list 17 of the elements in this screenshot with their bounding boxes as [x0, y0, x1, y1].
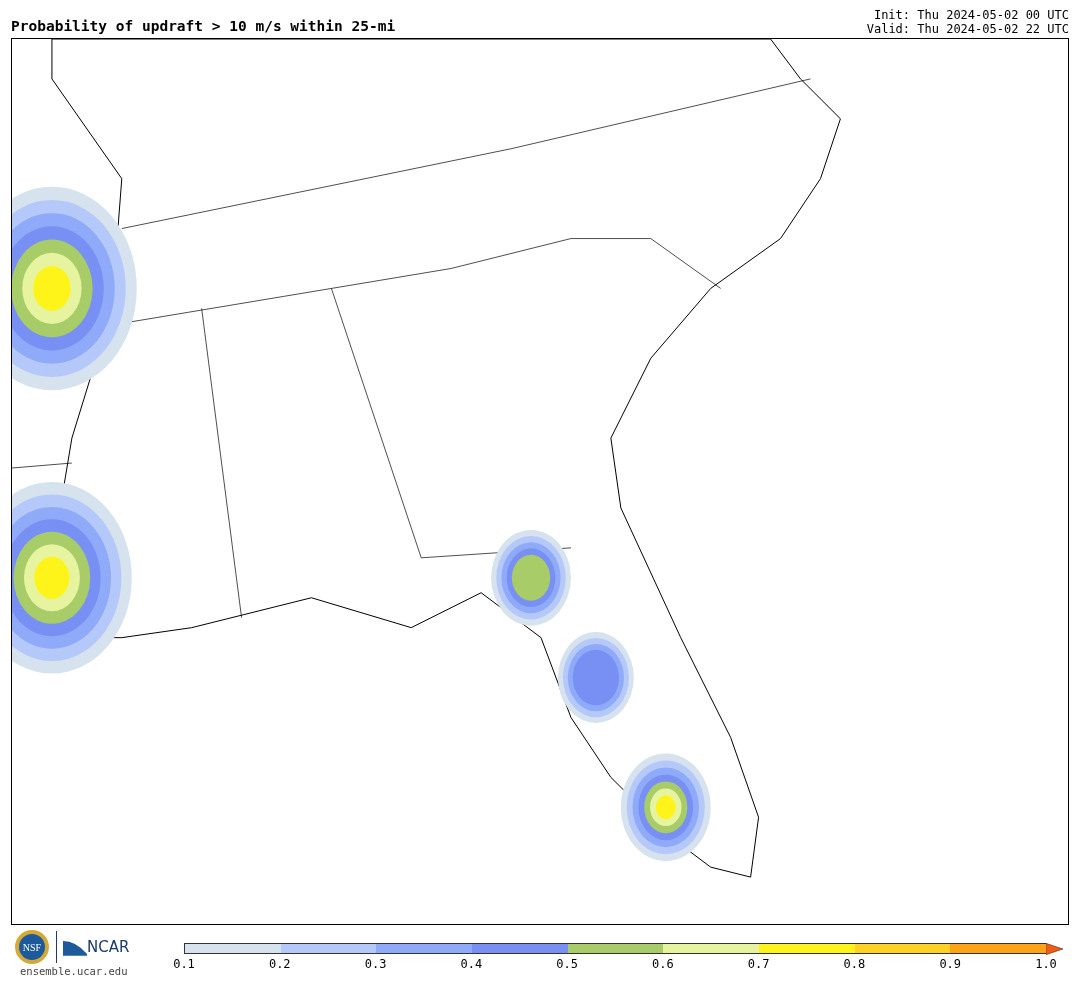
ncar-logo-text: NCAR — [87, 938, 130, 956]
colorbar-tick-label: 0.3 — [364, 957, 387, 971]
valid-time: Valid: Thu 2024-05-02 22 UTC — [866, 22, 1069, 36]
nsf-logo: NSF — [14, 929, 50, 965]
colorbar-tick-label: 0.8 — [843, 957, 866, 971]
init-time: Init: Thu 2024-05-02 00 UTC — [873, 8, 1069, 22]
colorbar-tick-label: 1.0 — [1035, 957, 1057, 971]
colorbar-tick-label: 0.2 — [268, 957, 291, 971]
ncar-swoosh-icon — [63, 938, 87, 956]
colorbar-tick-label: 0.4 — [460, 957, 483, 971]
colorbar-tick-label: 0.9 — [939, 957, 962, 971]
colorbar-tick-label: 0.1 — [173, 957, 195, 971]
colorbar-tick-label: 0.6 — [652, 957, 674, 971]
website-url: ensemble.ucar.edu — [20, 965, 128, 977]
colorbar-tick-label: 0.5 — [556, 957, 578, 971]
colorbar-tick-label: 0.7 — [747, 957, 770, 971]
chart-title: Probability of updraft > 10 m/s within 25-mi — [11, 18, 396, 36]
